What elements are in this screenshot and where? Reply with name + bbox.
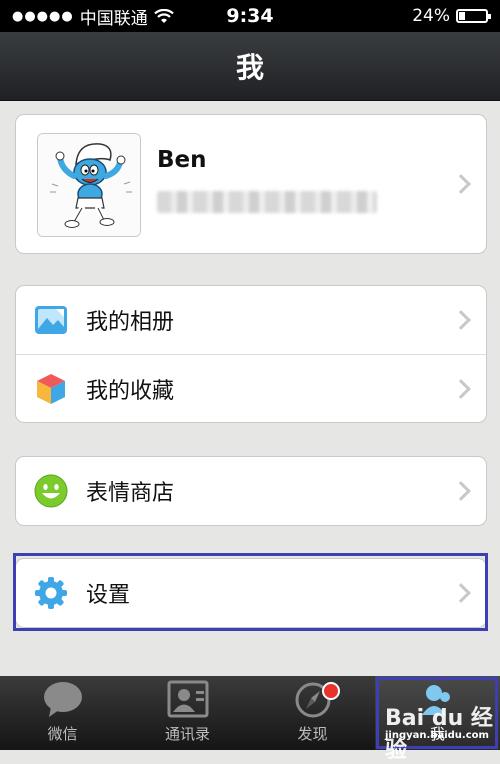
signal-strength-icon: ●●●●● — [12, 8, 74, 24]
smurf-avatar-icon — [38, 134, 140, 236]
person-icon — [421, 685, 450, 715]
menu-item-label: 设置 — [86, 583, 131, 608]
menu-item-label: 我的相册 — [86, 310, 175, 335]
menu-item-sticker-store[interactable]: 表情商店 — [16, 457, 486, 525]
chevron-right-icon — [451, 379, 471, 399]
profile-card[interactable]: Ben — [15, 114, 487, 254]
smiley-icon — [34, 474, 68, 508]
tab-discover[interactable]: 发现 — [250, 676, 375, 750]
menu-item-label: 表情商店 — [86, 481, 175, 506]
contacts-card-icon — [167, 680, 208, 718]
profile-name: Ben — [157, 147, 207, 173]
carrier-name: 中国联通 — [79, 8, 148, 29]
chat-bubble-icon — [43, 682, 82, 717]
tab-bar: 微信 通讯录 发现 我 — [0, 676, 500, 750]
menu-item-settings[interactable]: 设置 — [16, 559, 486, 627]
gear-icon — [35, 577, 67, 609]
navigation-bar: 我 — [0, 32, 500, 101]
battery-icon — [456, 9, 491, 23]
favorites-cube-icon — [37, 374, 65, 404]
menu-item-album[interactable]: 我的相册 — [16, 286, 486, 354]
chevron-right-icon — [451, 310, 471, 330]
page-title: 我 — [235, 51, 264, 84]
menu-item-favorites[interactable]: 我的收藏 — [16, 354, 486, 423]
menu-group-settings: 设置 — [15, 558, 487, 628]
menu-item-label: 我的收藏 — [86, 379, 175, 404]
status-right: 24% — [412, 6, 491, 26]
chevron-right-icon — [451, 583, 471, 603]
chevron-right-icon — [451, 481, 471, 501]
tab-wechat[interactable]: 微信 — [0, 676, 125, 750]
notification-dot — [322, 682, 340, 700]
profile-id-blurred — [157, 191, 377, 213]
tab-label: 发现 — [297, 725, 328, 743]
status-bar: ●●●●● 中国联通 9:34 24% — [0, 0, 500, 32]
wifi-icon — [153, 8, 174, 23]
tab-label: 微信 — [47, 725, 78, 743]
tab-label: 通讯录 — [164, 725, 210, 743]
battery-level-fill — [459, 12, 465, 20]
status-left: ●●●●● 中国联通 — [12, 4, 174, 29]
photo-album-icon — [35, 306, 67, 334]
tab-contacts[interactable]: 通讯录 — [125, 676, 250, 750]
tab-label: 我 — [429, 725, 445, 743]
menu-group-store: 表情商店 — [15, 456, 487, 526]
menu-group-personal: 我的相册 我的收藏 — [15, 285, 487, 423]
avatar[interactable] — [37, 133, 141, 237]
tab-me[interactable]: 我 — [375, 676, 500, 750]
battery-percent: 24% — [412, 6, 450, 26]
chevron-right-icon — [451, 174, 471, 194]
